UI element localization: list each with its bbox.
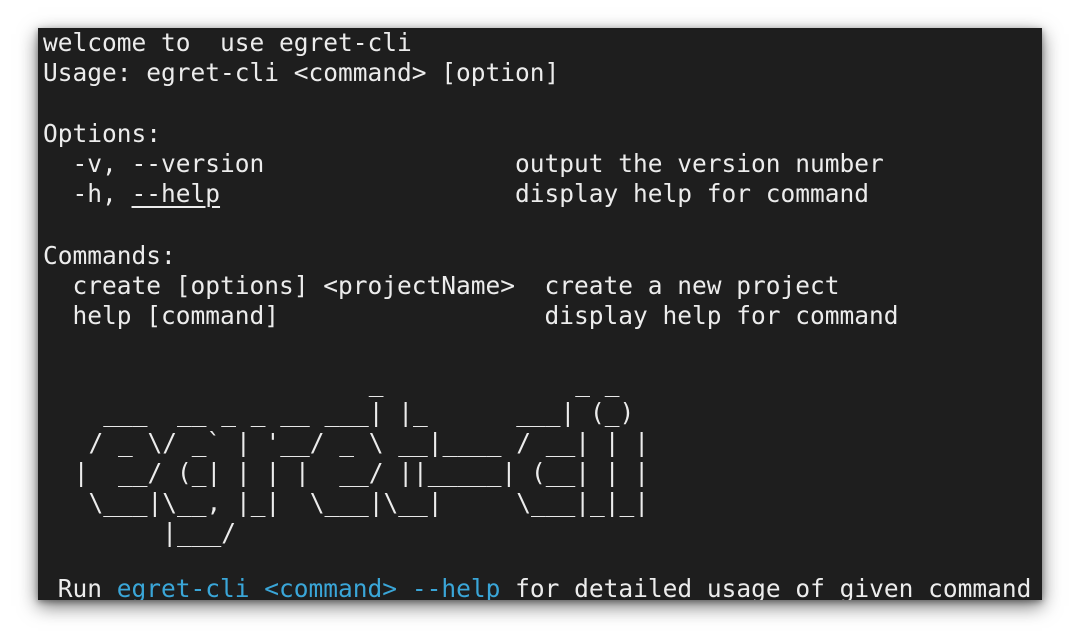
options-heading: Options: <box>43 119 162 148</box>
option-pad <box>264 149 515 178</box>
footer-space <box>397 574 412 600</box>
option-version-line: -v, --version output the version number <box>43 149 884 179</box>
command-help-line: help [command] display help for command <box>43 301 899 331</box>
footer-space <box>250 574 265 600</box>
footer-cmd-command: <command> <box>264 574 398 600</box>
option-description: output the version number <box>515 149 884 178</box>
footer-rest-text: for detailed usage of given command <box>500 574 1032 600</box>
footer-hint-line: Run egret-cli <command> --help for detai… <box>43 574 1032 600</box>
footer-cmd-egret-cli: egret-cli <box>116 574 250 600</box>
option-help-line: -h, --help display help for command <box>43 179 870 209</box>
command-description: create a new project <box>544 271 840 300</box>
terminal-window[interactable]: welcome to use egret-cli Usage: egret-cl… <box>38 28 1042 600</box>
command-description: display help for command <box>544 301 899 330</box>
option-pad <box>220 179 515 208</box>
command-name: create [options] <projectName> <box>43 271 545 300</box>
option-description: display help for command <box>515 179 870 208</box>
option-flag-help-link[interactable]: --help <box>132 179 221 208</box>
option-flag-version: --version <box>131 149 265 178</box>
usage-line: Usage: egret-cli <command> [option] <box>43 58 560 87</box>
welcome-line: welcome to use egret-cli <box>43 28 412 57</box>
page: welcome to use egret-cli Usage: egret-cl… <box>0 0 1080 631</box>
commands-heading: Commands: <box>43 241 176 270</box>
footer-cmd-help: --help <box>411 574 501 600</box>
command-create-line: create [options] <projectName> create a … <box>43 271 840 301</box>
footer-run-text: Run <box>43 574 117 600</box>
command-name: help [command] <box>43 301 545 330</box>
terminal-output: welcome to use egret-cli Usage: egret-cl… <box>43 28 1042 600</box>
option-flag-prefix: -h, <box>43 179 132 208</box>
option-flag-prefix: -v, <box>43 149 132 178</box>
egret-cli-ascii-logo: _ _ _ ___ __ _ _ __ ___| |_ ___| (_) / _… <box>73 368 650 547</box>
